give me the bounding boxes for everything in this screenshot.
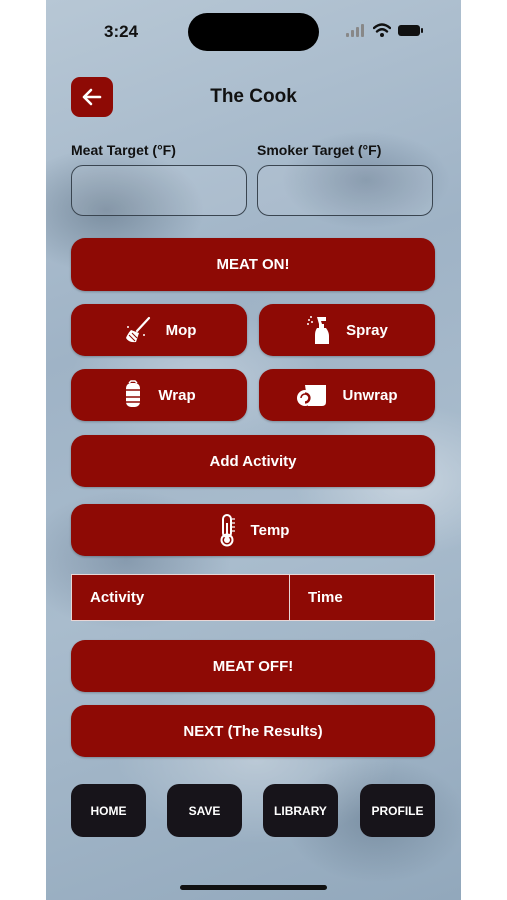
meat-target-label: Meat Target (°F): [71, 142, 176, 158]
activity-table-header: Activity Time: [71, 574, 435, 621]
next-results-button[interactable]: NEXT (The Results): [71, 705, 435, 757]
mop-button[interactable]: Mop: [71, 304, 247, 356]
mop-icon: [122, 315, 152, 345]
nav-save-button[interactable]: SAVE: [167, 784, 242, 837]
unwrap-paper-icon: [296, 380, 328, 410]
wrap-label: Wrap: [158, 386, 196, 404]
page-title: The Cook: [210, 86, 297, 107]
nav-home-label: HOME: [90, 803, 127, 818]
unwrap-label: Unwrap: [342, 386, 398, 404]
nav-home-button[interactable]: HOME: [71, 784, 146, 837]
nav-library-label: LIBRARY: [274, 803, 327, 818]
meat-target-input[interactable]: [71, 165, 247, 216]
home-indicator: [180, 885, 327, 890]
meat-off-label: MEAT OFF!: [212, 657, 294, 675]
add-activity-label: Add Activity: [209, 452, 297, 470]
wrap-icon: [122, 380, 144, 410]
nav-profile-label: PROFILE: [371, 803, 424, 818]
temp-button[interactable]: Temp: [71, 504, 435, 556]
spray-button[interactable]: Spray: [259, 304, 435, 356]
spray-label: Spray: [346, 321, 388, 339]
time-column-header: Time: [308, 589, 343, 606]
wrap-button[interactable]: Wrap: [71, 369, 247, 421]
dynamic-island: [188, 13, 319, 51]
signal-icon: [346, 24, 364, 37]
meat-on-button[interactable]: MEAT ON!: [71, 238, 435, 291]
add-activity-button[interactable]: Add Activity: [71, 435, 435, 487]
nav-library-button[interactable]: LIBRARY: [263, 784, 338, 837]
next-results-label: NEXT (The Results): [183, 722, 323, 740]
mop-label: Mop: [165, 321, 197, 339]
thermometer-icon: [217, 513, 237, 547]
temp-label: Temp: [250, 521, 290, 539]
status-icons: [346, 23, 436, 40]
app-screen: 3:24 The Cook Meat Target (°F) Smoker Ta…: [46, 0, 461, 900]
battery-icon: [398, 25, 423, 36]
unwrap-button[interactable]: Unwrap: [259, 369, 435, 421]
smoker-target-input[interactable]: [257, 165, 433, 216]
activity-column-header: Activity: [72, 575, 290, 620]
nav-save-label: SAVE: [188, 803, 221, 818]
meat-off-button[interactable]: MEAT OFF!: [71, 640, 435, 692]
spray-bottle-icon: [306, 314, 332, 346]
status-time: 3:24: [104, 22, 139, 41]
meat-on-label: MEAT ON!: [216, 256, 290, 273]
wifi-icon: [373, 23, 391, 37]
nav-profile-button[interactable]: PROFILE: [360, 784, 435, 837]
smoker-target-label: Smoker Target (°F): [257, 142, 382, 158]
